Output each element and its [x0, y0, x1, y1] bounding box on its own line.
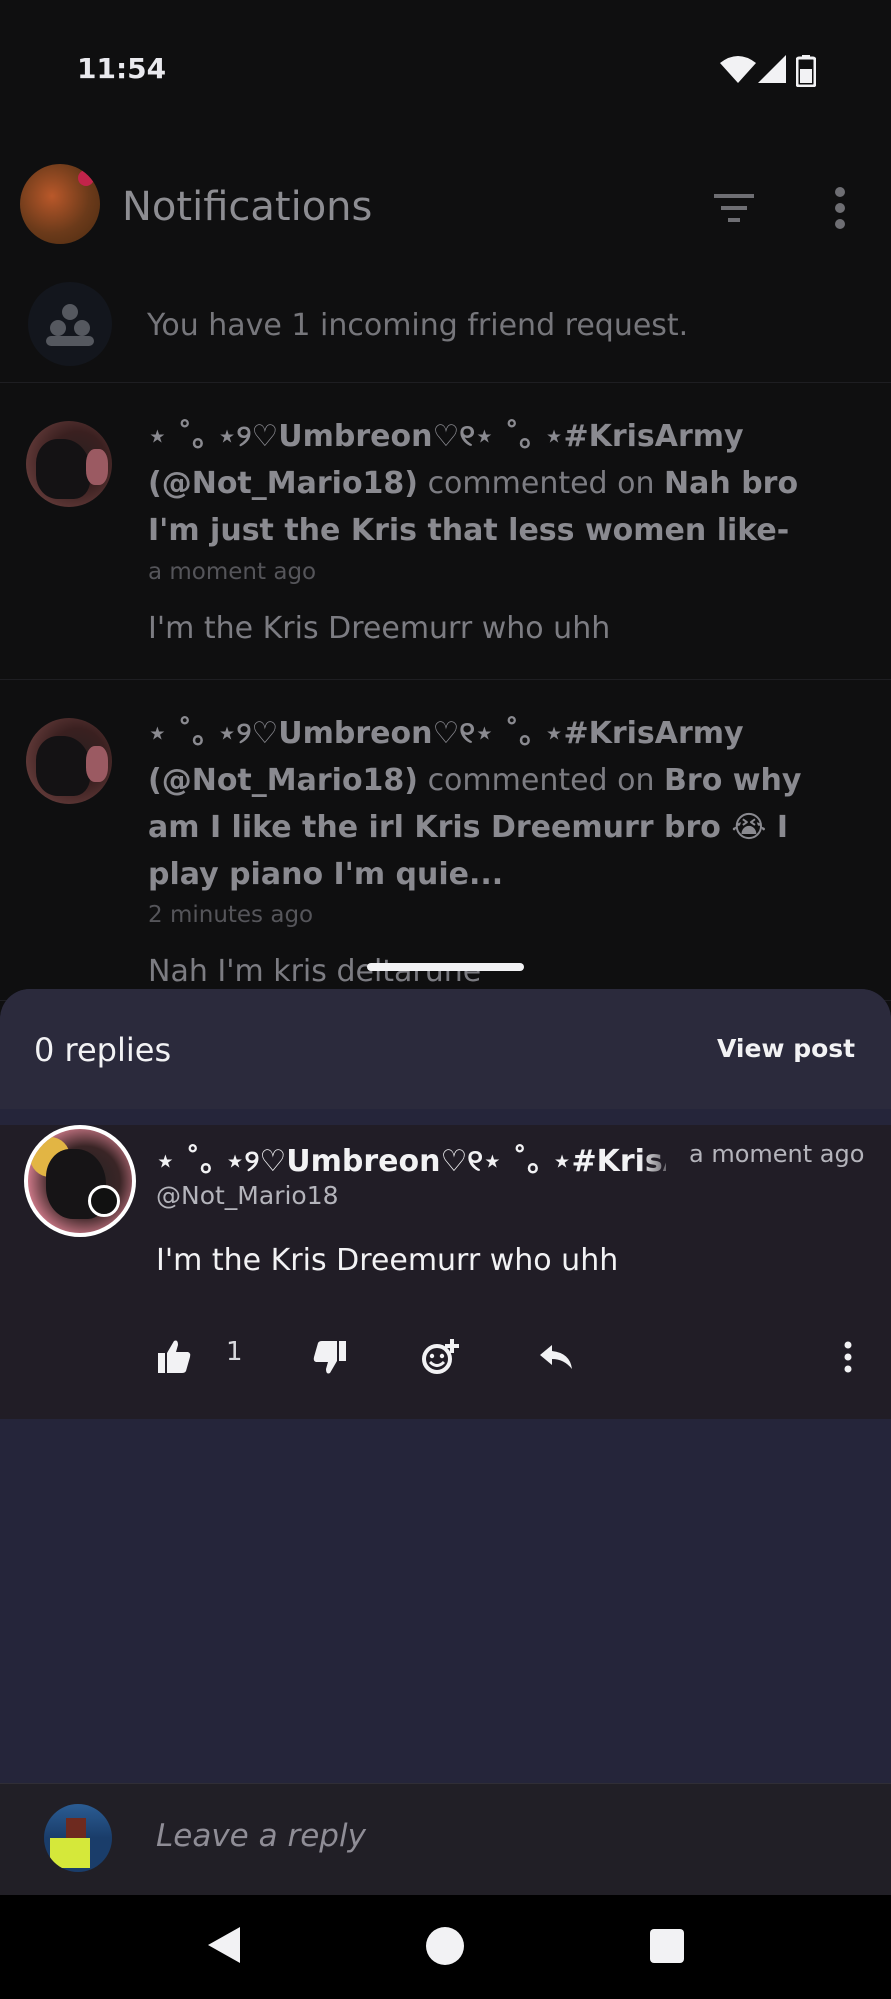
avatar: [26, 718, 112, 804]
action-text: commented on: [427, 466, 655, 501]
battery-icon: [796, 55, 816, 87]
thumbs-up-icon[interactable]: [156, 1337, 192, 1377]
avatar[interactable]: [24, 1125, 136, 1237]
status-bar: 11:54: [0, 0, 891, 140]
thumbs-down-icon[interactable]: [312, 1337, 348, 1377]
add-reaction-icon[interactable]: [420, 1337, 460, 1377]
avatar: [44, 1804, 112, 1872]
status-time: 11:54: [77, 52, 167, 85]
notification-badge: [78, 170, 94, 186]
name-fade: [640, 1133, 680, 1173]
group-icon: [28, 282, 112, 366]
comment-preview: Nah I'm kris deltarune: [148, 954, 482, 989]
comment-author-name[interactable]: ⋆ ˚｡ ⋆୨♡Umbreon♡୧⋆ ˚｡ ⋆#KrisArmy: [156, 1136, 666, 1180]
timestamp: 2 minutes ago: [148, 902, 314, 928]
replies-count: 0 replies: [34, 1031, 172, 1069]
friend-request-row[interactable]: You have 1 incoming friend request.: [0, 278, 891, 383]
user-name: ⋆ ˚｡ ⋆୨♡Umbreon♡୧⋆ ˚｡ ⋆#KrisArmy: [148, 716, 744, 751]
app-bar: Notifications: [0, 140, 891, 270]
comment-author-handle: @Not_Mario18: [156, 1181, 339, 1210]
cell-signal-icon: [758, 55, 786, 83]
sheet-drag-handle[interactable]: [367, 963, 524, 971]
user-name: ⋆ ˚｡ ⋆୨♡Umbreon♡୧⋆ ˚｡ ⋆#KrisArmy: [148, 419, 744, 454]
wifi-icon: [720, 56, 756, 83]
notification-text: ⋆ ˚｡ ⋆୨♡Umbreon♡୧⋆ ˚｡ ⋆#KrisArmy (@Not_M…: [148, 413, 811, 554]
profile-avatar[interactable]: [20, 164, 100, 244]
home-icon[interactable]: [426, 1927, 464, 1965]
back-icon[interactable]: [206, 1925, 242, 1965]
more-vert-icon[interactable]: [840, 1337, 856, 1377]
like-count: 1: [226, 1337, 243, 1367]
action-text: commented on: [427, 763, 655, 798]
filter-icon[interactable]: [706, 180, 762, 236]
reply-input[interactable]: Leave a reply: [156, 1818, 366, 1854]
notification-item[interactable]: ⋆ ˚｡ ⋆୨♡Umbreon♡୧⋆ ˚｡ ⋆#KrisArmy (@Not_M…: [0, 383, 891, 680]
more-vert-icon[interactable]: [820, 180, 860, 236]
comment-preview: I'm the Kris Dreemurr who uhh: [148, 611, 611, 646]
reply-icon[interactable]: [536, 1337, 576, 1377]
reply-bar: Leave a reply: [0, 1783, 891, 1896]
page-title: Notifications: [122, 184, 373, 230]
user-handle: (@Not_Mario18): [148, 763, 419, 798]
notification-text: ⋆ ˚｡ ⋆୨♡Umbreon♡୧⋆ ˚｡ ⋆#KrisArmy (@Not_M…: [148, 710, 811, 898]
user-handle: (@Not_Mario18): [148, 466, 419, 501]
comment-timestamp: a moment ago: [689, 1140, 865, 1168]
system-nav-bar: [0, 1895, 891, 1999]
notification-item[interactable]: ⋆ ˚｡ ⋆୨♡Umbreon♡୧⋆ ˚｡ ⋆#KrisArmy (@Not_M…: [0, 680, 891, 1001]
comment-card: ⋆ ˚｡ ⋆୨♡Umbreon♡୧⋆ ˚｡ ⋆#KrisArmy a momen…: [0, 1125, 891, 1419]
sheet-header: 0 replies View post: [0, 989, 891, 1109]
avatar: [26, 421, 112, 507]
friend-request-text: You have 1 incoming friend request.: [147, 308, 689, 343]
view-post-button[interactable]: View post: [717, 1034, 855, 1063]
timestamp: a moment ago: [148, 559, 317, 585]
recents-icon[interactable]: [650, 1929, 684, 1963]
comment-body: I'm the Kris Dreemurr who uhh: [156, 1243, 619, 1278]
